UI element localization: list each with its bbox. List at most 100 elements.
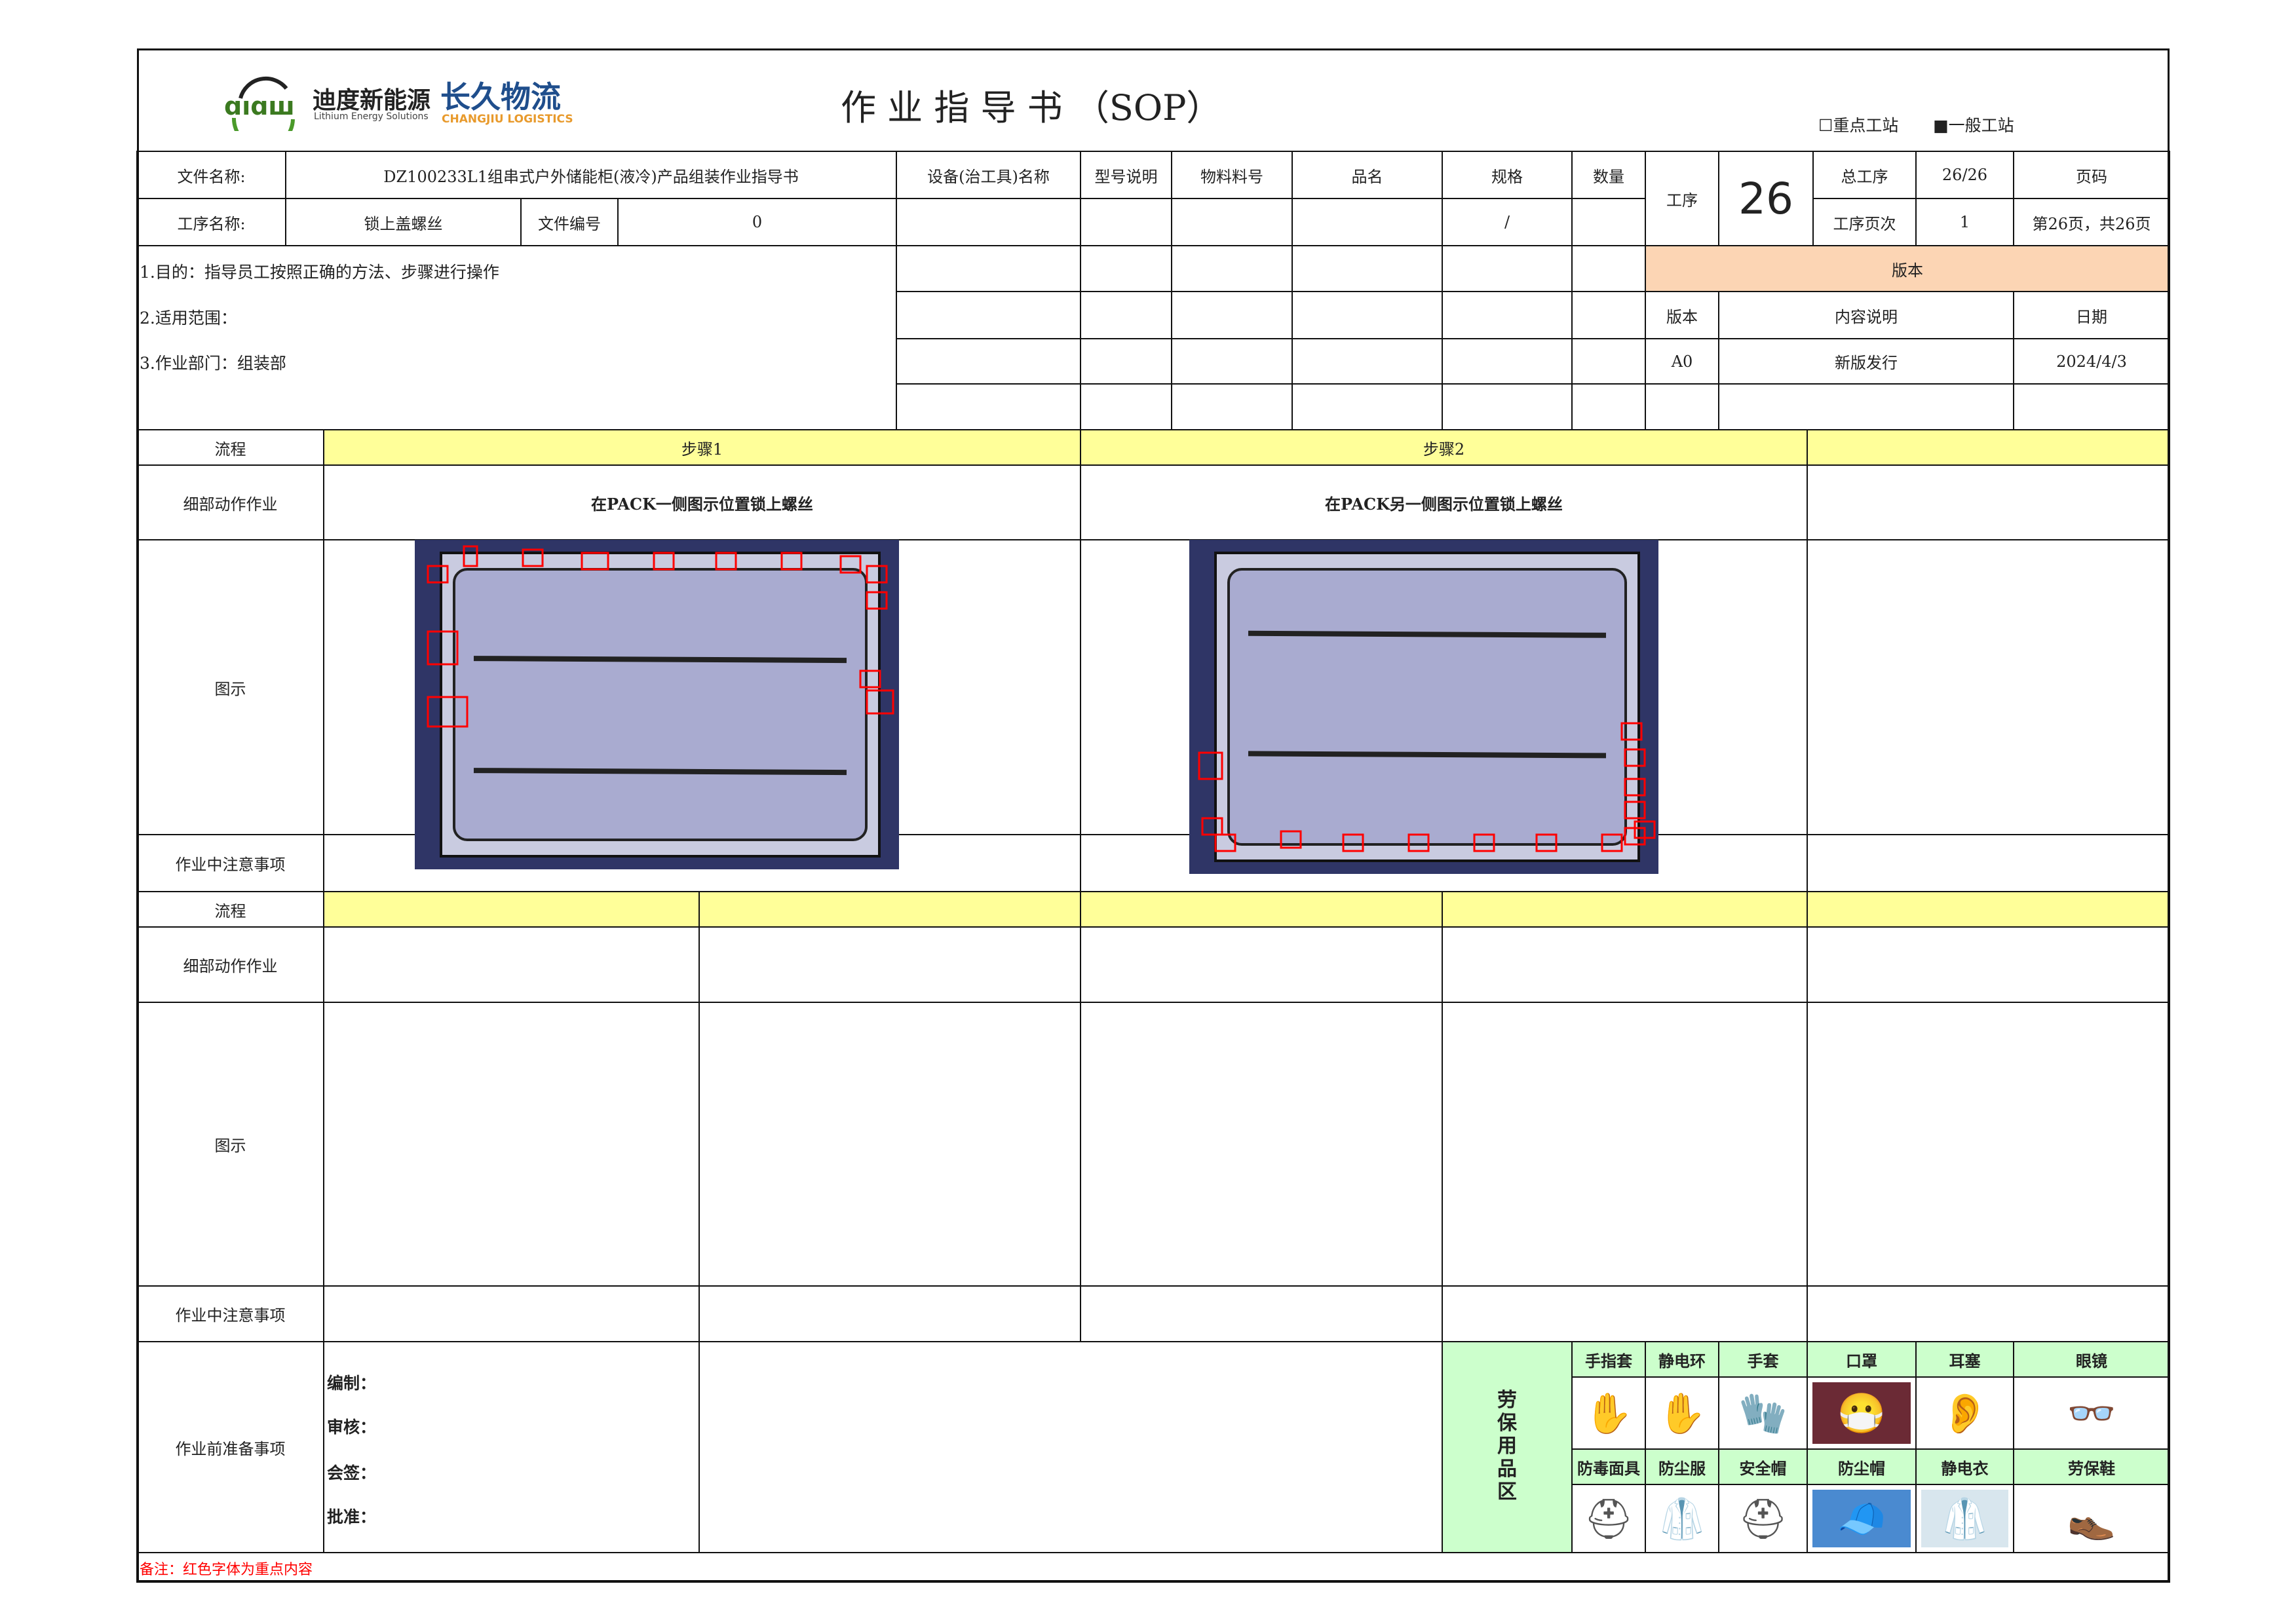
- file-name-label: 文件名称:: [136, 151, 286, 199]
- signature-line: 批准：: [327, 1507, 377, 1526]
- detail-cell: [1807, 926, 2170, 1003]
- equipment-cell: [1442, 383, 1573, 430]
- model-header: 型号说明: [1080, 151, 1172, 199]
- flow-label: 流程: [136, 891, 324, 928]
- notes-cell: [1442, 1285, 1808, 1342]
- equipment-cell: [896, 245, 1081, 292]
- figure-cell: [1080, 1002, 1443, 1287]
- safety-shoe-icon: 👞: [2019, 1490, 2164, 1547]
- flow-cell: [1442, 891, 1808, 928]
- figure-label: 图示: [136, 1002, 324, 1287]
- notes-label: 作业中注意事项: [136, 834, 324, 892]
- logo-didu: ɑıɑш 迪度新能源 Lithium Energy Solutions: [221, 72, 430, 150]
- equipment-cell: [1080, 198, 1172, 246]
- figure-cell: [1807, 1002, 2170, 1287]
- detail-cell: [323, 926, 700, 1003]
- pack-cover-figure: [1189, 540, 1658, 874]
- version-cell: A0: [1645, 338, 1719, 385]
- equipment-cell: [1292, 245, 1443, 292]
- equipment-cell: [1171, 338, 1293, 385]
- equipment-cell: [1442, 245, 1573, 292]
- version-title: 版本: [1645, 245, 2170, 292]
- equipment-cell: [1171, 291, 1293, 339]
- date-col-header: 日期: [2013, 291, 2170, 339]
- ppe-label: 眼镜: [2013, 1341, 2170, 1378]
- dept-text: 3.作业部门：组装部: [140, 354, 286, 373]
- detail-label: 细部动作作业: [136, 926, 324, 1003]
- signature-line: 编制：: [327, 1374, 377, 1393]
- content-cell: 新版发行: [1718, 338, 2014, 385]
- ppe-label: 防尘帽: [1807, 1448, 1917, 1485]
- key-station-checkbox[interactable]: ☐重点工站: [1818, 113, 1898, 136]
- ppe-label: 静电环: [1645, 1341, 1719, 1378]
- equipment-cell: [1571, 245, 1646, 292]
- spec-header: 规格: [1442, 151, 1573, 199]
- notes-cell: [1080, 1285, 1443, 1342]
- ppe-label: 口罩: [1807, 1341, 1917, 1378]
- file-no-label: 文件编号: [520, 198, 619, 246]
- ppe-label: 静电衣: [1915, 1448, 2014, 1485]
- notes-cell: [1807, 1285, 2170, 1342]
- step3-notes: [1807, 834, 2170, 892]
- prep-label: 作业前准备事项: [136, 1341, 324, 1553]
- signature-box: [323, 1341, 700, 1553]
- step2-action: 在PACK另一侧图示位置锁上螺丝: [1080, 464, 1808, 540]
- step3-action: [1807, 464, 2170, 540]
- file-no-value: 0: [617, 198, 897, 246]
- dust-cap-icon: 🧢: [1812, 1490, 1911, 1547]
- equipment-cell: [1571, 198, 1646, 246]
- figure-cell: [1442, 1002, 1808, 1287]
- prep-blank: [698, 1341, 1443, 1553]
- flow-cell: [1080, 891, 1443, 928]
- step2-header: 步骤2: [1080, 429, 1808, 466]
- ppe-label: 防毒面具: [1571, 1448, 1646, 1485]
- detail-label: 细部动作作业: [136, 464, 324, 540]
- total-steps-label: 总工序: [1812, 151, 1917, 199]
- equipment-cell: [1571, 291, 1646, 339]
- figure-label: 图示: [136, 539, 324, 835]
- logo-changjiu: 长久物流 CHANGJIU LOGISTICS: [440, 73, 611, 132]
- didu-logo-icon: ɑıɑш: [224, 76, 295, 150]
- dust-suit-icon: 🥼: [1651, 1490, 1713, 1547]
- total-steps-value: 26/26: [1915, 151, 2014, 199]
- equipment-cell: [1080, 291, 1172, 339]
- equipment-cell: [1292, 198, 1443, 246]
- ppe-label: 防尘服: [1645, 1448, 1719, 1485]
- notes-label: 作业中注意事项: [136, 1285, 324, 1342]
- normal-station-checkbox[interactable]: ■一般工站: [1933, 113, 2014, 136]
- ppe-label: 耳塞: [1915, 1341, 2014, 1378]
- equipment-cell: [1292, 291, 1443, 339]
- note-row: [136, 1552, 2170, 1583]
- step-label: 工序: [1645, 151, 1719, 246]
- detail-cell: [1080, 926, 1443, 1003]
- date-cell: 2024/4/3: [2013, 338, 2170, 385]
- logo-subtext: CHANGJIU LOGISTICS: [442, 113, 573, 126]
- page-label: 页码: [2013, 151, 2170, 199]
- glasses-icon: 👓: [2019, 1382, 2164, 1444]
- step-page-value: 1: [1915, 198, 2014, 246]
- logo-subtext: Lithium Energy Solutions: [314, 111, 429, 122]
- notes-cell: [698, 1285, 1081, 1342]
- version-cell: [1645, 383, 1719, 430]
- equipment-cell: [896, 291, 1081, 339]
- detail-cell: [698, 926, 1081, 1003]
- equipment-cell: [1442, 338, 1573, 385]
- page-value: 第26页，共26页: [2013, 198, 2170, 246]
- content-cell: [1718, 383, 2014, 430]
- equipment-cell: [1080, 245, 1172, 292]
- flow-cell: [1807, 891, 2170, 928]
- ppe-area-title: 劳保用品区: [1497, 1389, 1517, 1503]
- pack-cover-figure: [415, 540, 899, 869]
- step-number: 26: [1718, 151, 1814, 246]
- equipment-cell: [1080, 338, 1172, 385]
- earplug-icon: 👂: [1921, 1382, 2008, 1444]
- flow-label: 流程: [136, 429, 324, 466]
- equipment-cell: [1171, 198, 1293, 246]
- material-header: 物料料号: [1171, 151, 1293, 199]
- svg-text:ɑıɑш: ɑıɑш: [224, 92, 295, 121]
- equipment-cell: [1292, 338, 1443, 385]
- equipment-cell: [1571, 338, 1646, 385]
- step1-header: 步骤1: [323, 429, 1081, 466]
- process-name-label: 工序名称:: [136, 198, 286, 246]
- logo-text: 迪度新能源: [313, 86, 431, 114]
